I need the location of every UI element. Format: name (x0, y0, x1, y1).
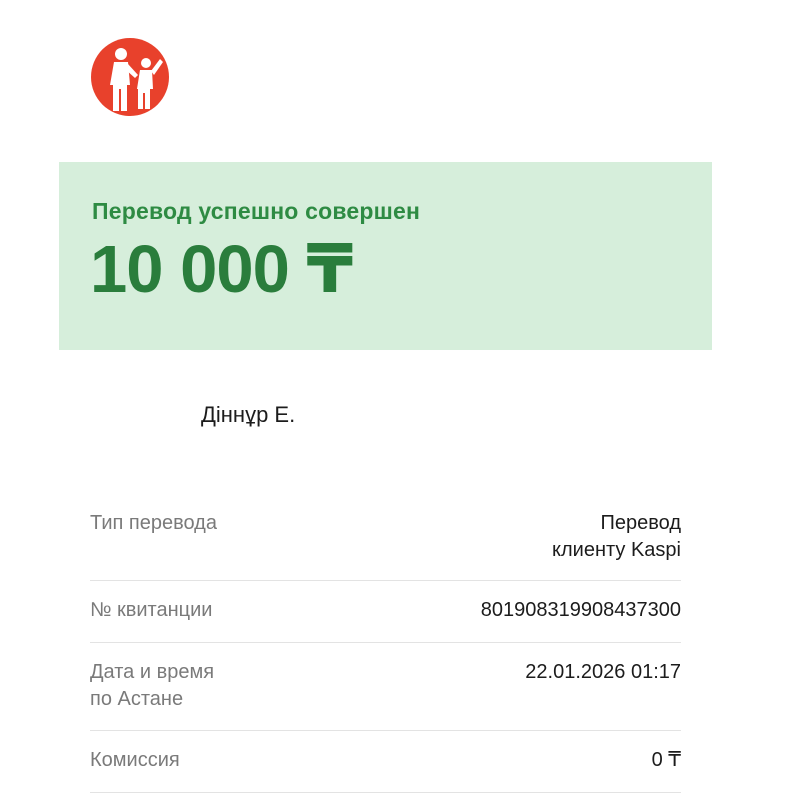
detail-label: № квитанции (90, 599, 213, 621)
status-message: Перевод успешно совершен (92, 198, 421, 224)
detail-value: Перевод клиенту Kaspi (552, 512, 681, 561)
transfer-status-panel: Перевод успешно совершен 10 000 ₸ (59, 162, 712, 350)
detail-value: 801908319908437300 (480, 599, 681, 621)
transfer-amount: 10 000 ₸ (90, 232, 353, 307)
detail-label: Комиссия (90, 749, 180, 771)
detail-label: Дата и время по Астане (90, 661, 215, 710)
detail-value: 0 ₸ (651, 749, 681, 771)
detail-row-datetime: Дата и время по Астане 22.01.2026 01:17 (90, 643, 681, 731)
receipt-details: Тип перевода Перевод клиенту Kaspi № кви… (90, 499, 681, 793)
detail-label: Тип перевода (90, 512, 217, 534)
detail-value: 22.01.2026 01:17 (525, 661, 681, 683)
kaspi-logo-icon (90, 37, 170, 117)
detail-row-transfer-type: Тип перевода Перевод клиенту Kaspi (90, 499, 681, 581)
recipient-name: Діннұр Е. (201, 402, 296, 427)
detail-row-commission: Комиссия 0 ₸ (90, 731, 681, 793)
detail-row-receipt-number: № квитанции 801908319908437300 (90, 581, 681, 643)
